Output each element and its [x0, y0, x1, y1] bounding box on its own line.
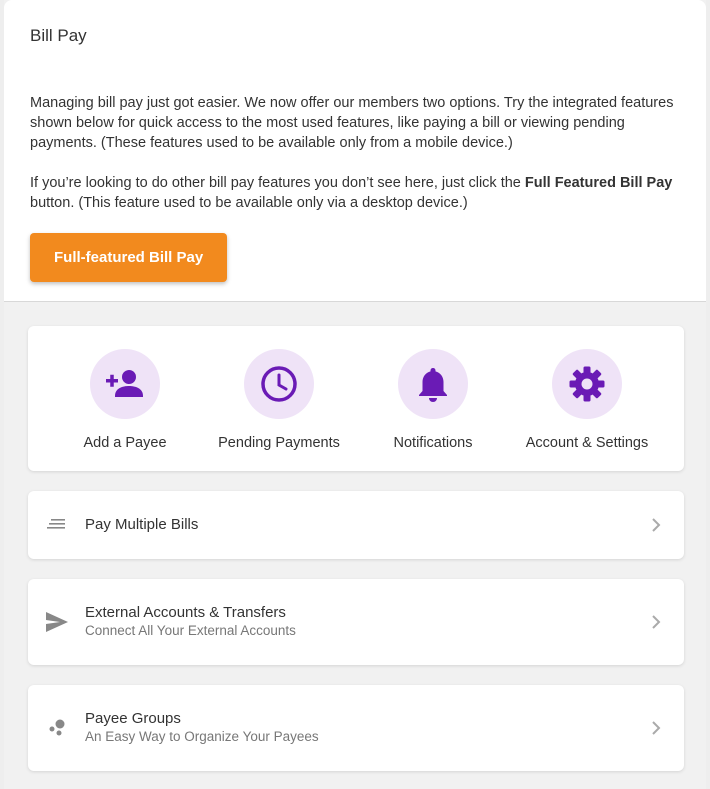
account-settings-icon-circle [552, 349, 622, 419]
quick-action-label: Add a Payee [83, 435, 167, 451]
intro-paragraph: Managing bill pay just got easier. We no… [30, 95, 674, 151]
quick-action-account-settings[interactable]: Account & Settings [512, 349, 662, 451]
pending-payments-icon-circle [244, 349, 314, 419]
notifications-icon-circle [398, 349, 468, 419]
external-accounts-transfers-row[interactable]: External Accounts & Transfers Connect Al… [28, 579, 684, 665]
row-title: Payee Groups [85, 710, 181, 727]
payee-groups-row[interactable]: Payee Groups An Easy Way to Organize You… [28, 685, 684, 771]
quick-actions-card: Add a Payee Pending Payments Notificatio… [28, 326, 684, 471]
bell-icon [419, 368, 447, 402]
row-subtitle: An Easy Way to Organize Your Payees [85, 729, 319, 744]
list-lines-icon-wrap [46, 514, 68, 536]
quick-action-label: Pending Payments [218, 435, 340, 451]
send-icon [46, 612, 68, 632]
dots-group-icon [49, 719, 65, 736]
page: Bill Pay Managing bill pay just got easi… [4, 0, 706, 789]
paragraph-text-before: If you’re looking to do other bill pay f… [30, 175, 525, 191]
chevron-right-icon [652, 615, 661, 629]
row-text: Pay Multiple Bills [85, 516, 648, 534]
chevron-right-icon [652, 721, 661, 735]
row-text: External Accounts & Transfers Connect Al… [85, 604, 648, 640]
quick-action-notifications[interactable]: Notifications [358, 349, 508, 451]
send-icon-wrap [46, 611, 68, 633]
bill-pay-header-card: Bill Pay Managing bill pay just got easi… [4, 0, 706, 302]
row-subtitle: Connect All Your External Accounts [85, 623, 296, 638]
full-featured-paragraph: If you’re looking to do other bill pay f… [30, 173, 680, 213]
add-person-icon [106, 370, 143, 397]
row-title: External Accounts & Transfers [85, 604, 286, 621]
clock-icon [261, 366, 297, 402]
pay-multiple-bills-row[interactable]: Pay Multiple Bills [28, 491, 684, 559]
row-text: Payee Groups An Easy Way to Organize You… [85, 710, 648, 746]
quick-action-add-payee[interactable]: Add a Payee [50, 349, 200, 451]
chevron-right-icon [652, 518, 661, 532]
quick-action-label: Account & Settings [525, 435, 649, 451]
content-area: Add a Payee Pending Payments Notificatio… [4, 302, 706, 771]
add-payee-icon-circle [90, 349, 160, 419]
quick-action-pending-payments[interactable]: Pending Payments [204, 349, 354, 451]
row-title: Pay Multiple Bills [85, 516, 199, 533]
paragraph-bold-text: Full Featured Bill Pay [524, 175, 673, 191]
gear-icon [569, 366, 605, 402]
paragraph-text-after: button. (This feature used to be availab… [30, 195, 468, 211]
dots-group-icon-wrap [46, 717, 68, 739]
page-title: Bill Pay [30, 26, 87, 45]
quick-action-label: Notifications [393, 435, 473, 451]
list-lines-icon [47, 519, 65, 529]
full-featured-bill-pay-button[interactable]: Full-featured Bill Pay [30, 233, 228, 282]
